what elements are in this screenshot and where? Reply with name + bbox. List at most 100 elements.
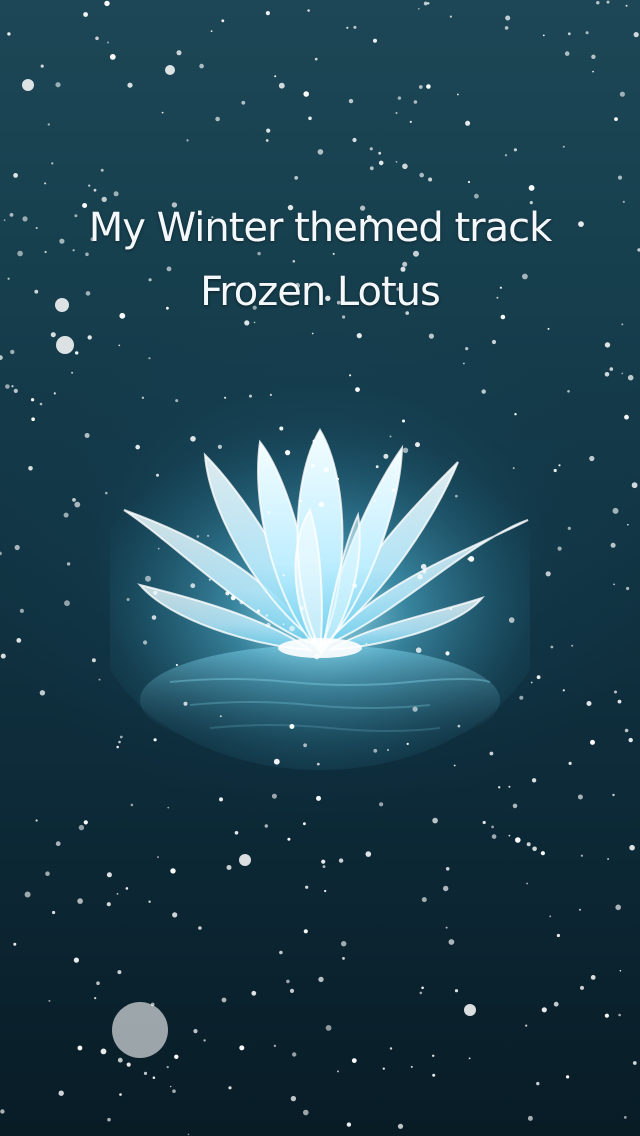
snowflake bbox=[513, 148, 518, 152]
snowflake bbox=[118, 344, 121, 347]
snowflake bbox=[415, 647, 422, 653]
snowflake bbox=[167, 806, 170, 809]
snowflake bbox=[126, 1062, 131, 1067]
snowflake bbox=[348, 98, 354, 104]
snowflake bbox=[125, 887, 129, 890]
snowflake bbox=[207, 534, 210, 537]
snowflake bbox=[265, 11, 270, 16]
snowflake bbox=[47, 123, 50, 126]
snowflake bbox=[287, 837, 291, 841]
snowflake bbox=[239, 600, 244, 605]
snowflake bbox=[75, 351, 79, 355]
snowflake bbox=[342, 957, 345, 960]
snowflake bbox=[409, 120, 412, 123]
snowflake bbox=[161, 537, 164, 540]
snowflake-large bbox=[165, 65, 175, 75]
snowflake bbox=[606, 0, 610, 4]
snowflake bbox=[512, 467, 515, 470]
snowflake bbox=[198, 926, 202, 930]
snowflake bbox=[508, 834, 511, 837]
snowflake bbox=[274, 75, 277, 78]
snowflake bbox=[30, 398, 35, 402]
snowflake bbox=[454, 989, 459, 993]
snowflake bbox=[423, 1, 428, 6]
snowflake bbox=[321, 859, 326, 864]
snowflake bbox=[63, 512, 69, 518]
snowflake bbox=[353, 25, 357, 29]
snowflake bbox=[614, 117, 618, 121]
snowflake bbox=[116, 893, 119, 895]
snowflake bbox=[31, 417, 35, 422]
snowflake bbox=[66, 562, 71, 566]
snowflake bbox=[373, 500, 376, 503]
snowflake bbox=[541, 1007, 547, 1013]
snowflake bbox=[53, 392, 56, 395]
snowflake bbox=[604, 372, 610, 377]
snowflake bbox=[73, 957, 79, 963]
snowflake bbox=[100, 168, 104, 172]
snowflake bbox=[457, 724, 461, 728]
snowflake-large bbox=[22, 79, 34, 91]
snowflake bbox=[623, 1116, 627, 1119]
snowflake bbox=[117, 1057, 123, 1063]
story-screen: My Winter themed track Frozen Lotus bbox=[0, 0, 640, 1136]
snowflake bbox=[631, 482, 638, 489]
snowflake bbox=[271, 793, 277, 799]
snowflake bbox=[590, 975, 596, 980]
snowflake bbox=[100, 1048, 107, 1055]
snowflake bbox=[449, 15, 452, 18]
snowflake bbox=[453, 764, 456, 767]
snowflake bbox=[143, 640, 148, 645]
snowflake bbox=[14, 544, 20, 551]
snowflake bbox=[402, 447, 409, 453]
snowflake bbox=[382, 1067, 385, 1070]
snowflake bbox=[568, 761, 572, 766]
snowflake bbox=[625, 4, 628, 7]
snowflake bbox=[621, 372, 624, 375]
snowflake bbox=[322, 865, 326, 868]
snowflake bbox=[432, 1054, 435, 1058]
snowflake bbox=[449, 608, 452, 611]
snowflake bbox=[190, 436, 196, 442]
snowflake bbox=[596, 1, 600, 5]
snowflake bbox=[91, 658, 96, 663]
snowflake bbox=[482, 820, 486, 825]
snowflake bbox=[152, 1076, 156, 1079]
snowflake bbox=[338, 858, 344, 863]
snowflake bbox=[169, 1085, 172, 1088]
snowflake bbox=[78, 824, 85, 831]
snowflake bbox=[443, 885, 449, 892]
snowflake bbox=[311, 332, 314, 335]
snowflake bbox=[617, 699, 622, 704]
snowflake bbox=[614, 690, 617, 694]
snowflake-large bbox=[112, 1002, 168, 1058]
snowflake bbox=[615, 904, 621, 911]
snowflake bbox=[540, 851, 546, 856]
snowflake bbox=[148, 357, 151, 360]
snowflake bbox=[355, 643, 358, 646]
snowflake bbox=[48, 999, 51, 1002]
snowflake bbox=[316, 795, 321, 801]
snowflake bbox=[547, 327, 550, 330]
snowflake bbox=[383, 453, 389, 459]
snowflake bbox=[13, 388, 18, 393]
snowflake bbox=[308, 116, 312, 121]
snowflake bbox=[196, 535, 200, 538]
snowflake bbox=[389, 435, 392, 438]
snowflake bbox=[351, 1058, 357, 1063]
snowflake bbox=[226, 865, 232, 870]
snowflake bbox=[148, 900, 151, 903]
snowflake bbox=[418, 8, 420, 10]
snowflake bbox=[106, 902, 111, 907]
snowflake bbox=[589, 455, 595, 462]
snowflake bbox=[352, 583, 358, 589]
snowflake bbox=[286, 979, 290, 984]
snowflake bbox=[445, 651, 450, 656]
snowflake bbox=[549, 915, 552, 918]
snowflake bbox=[337, 1070, 339, 1073]
snowflake bbox=[256, 609, 260, 613]
snowflake bbox=[7, 32, 11, 36]
snowflake bbox=[419, 991, 423, 995]
snowflake bbox=[378, 151, 382, 155]
snowflake bbox=[199, 63, 204, 69]
